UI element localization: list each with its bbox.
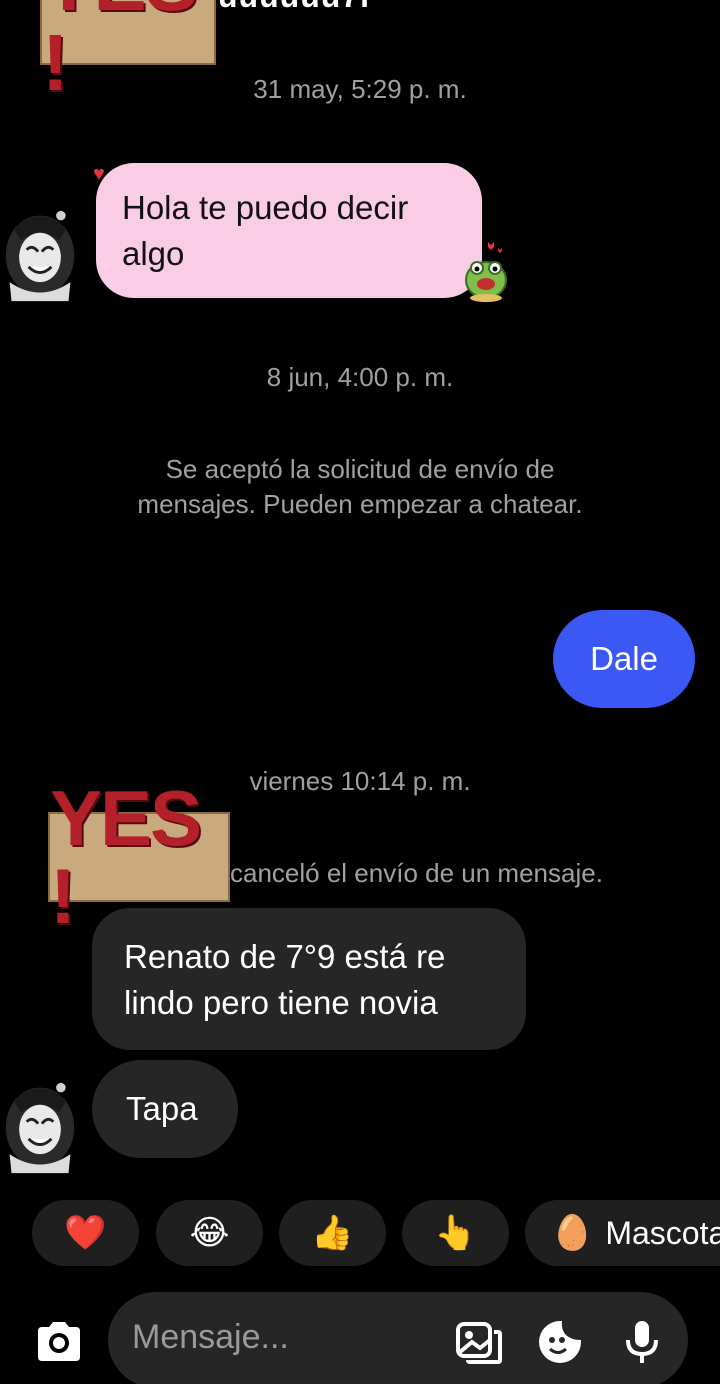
- chat-screen: YES ! uuuuuu7i 31 may, 5:29 p. m. Hola t…: [0, 0, 720, 1384]
- frog-sticker-icon: [465, 242, 507, 302]
- laugh-emoji-icon: 😂: [189, 1214, 230, 1252]
- microphone-icon[interactable]: [618, 1318, 666, 1366]
- unsend-note: canceló el envío de un mensaje.: [230, 858, 603, 888]
- camera-icon: [38, 1322, 80, 1361]
- heart-icon: ♥: [93, 163, 105, 185]
- clown-avatar[interactable]: [0, 1080, 80, 1175]
- username[interactable]: uuuuuu7i: [218, 0, 370, 15]
- profile-sticker: YES !: [40, 0, 216, 102]
- gallery-icon[interactable]: [454, 1318, 502, 1366]
- thumbs-up-emoji-icon: 👍: [311, 1214, 354, 1252]
- sticker-icon[interactable]: [536, 1318, 584, 1366]
- timestamp: 31 may, 5:29 p. m.: [253, 74, 467, 104]
- received-message[interactable]: Renato de 7°9 está re lindo pero tiene n…: [92, 908, 526, 1050]
- message-composer: [108, 1292, 688, 1384]
- message-text: Tapa: [126, 1090, 198, 1127]
- quick-reply-bar: ❤️ 😂 👍 👆 🥚 Mascota: [32, 1200, 720, 1268]
- egg-emoji-icon: 🥚: [551, 1214, 594, 1252]
- received-message[interactable]: Hola te puedo decir algo: [96, 163, 482, 298]
- sent-message[interactable]: Dale: [553, 610, 695, 708]
- received-message[interactable]: Tapa: [92, 1060, 238, 1158]
- quick-reply-laugh[interactable]: 😂: [156, 1200, 263, 1266]
- message-text: Renato de 7°9 está re lindo pero tiene n…: [124, 938, 446, 1021]
- mascot-label: Mascota: [605, 1214, 720, 1251]
- clown-avatar[interactable]: [0, 208, 80, 303]
- sender-sticker: YES !: [48, 779, 230, 935]
- timestamp: 8 jun, 4:00 p. m.: [266, 362, 454, 392]
- pointing-hand-emoji-icon: 👆: [434, 1214, 477, 1252]
- quick-reply-thumbs-up[interactable]: 👍: [279, 1200, 386, 1266]
- message-text: Dale: [590, 640, 658, 677]
- quick-reply-point[interactable]: 👆: [402, 1200, 509, 1266]
- message-input[interactable]: [132, 1318, 452, 1357]
- system-message: Se aceptó la solicitud de envío de mensa…: [137, 454, 583, 519]
- quick-reply-mascot[interactable]: 🥚 Mascota: [525, 1200, 720, 1266]
- quick-reply-heart[interactable]: ❤️: [32, 1200, 139, 1266]
- camera-button[interactable]: [30, 1312, 88, 1370]
- message-text: Hola te puedo decir algo: [122, 189, 409, 272]
- heart-emoji-icon: ❤️: [64, 1214, 107, 1252]
